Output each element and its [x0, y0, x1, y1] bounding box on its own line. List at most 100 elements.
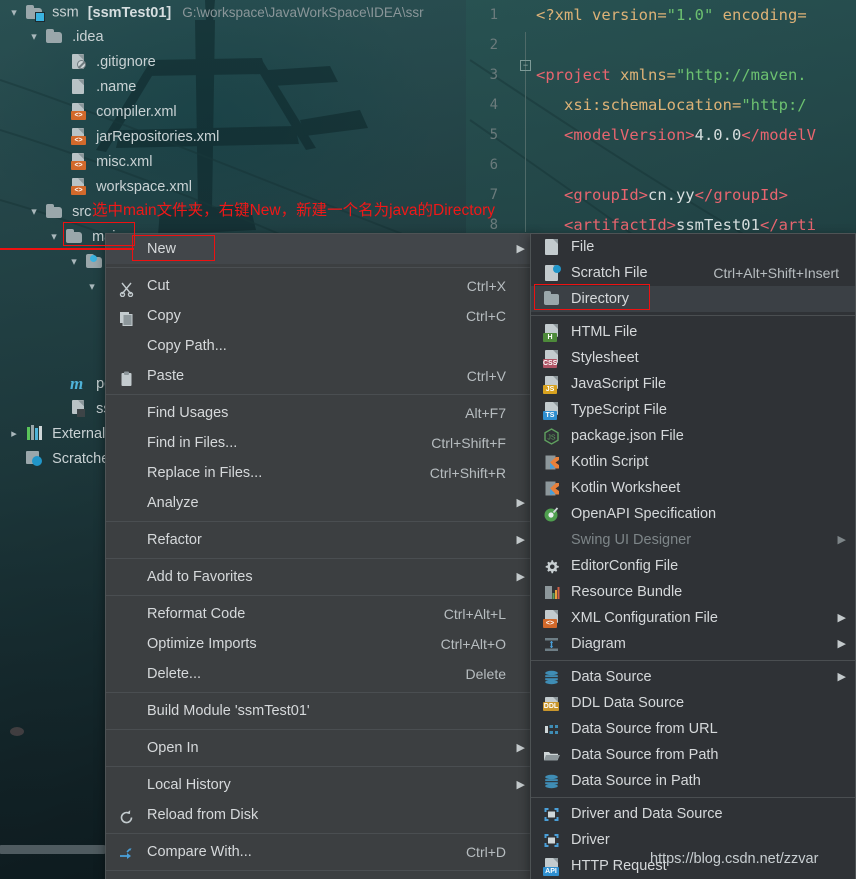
menu-item-cut[interactable]: Cut Ctrl+X: [106, 271, 534, 301]
submenu-item-data-source-from-path[interactable]: Data Source from Path: [531, 742, 855, 768]
chevron-down-icon[interactable]: ▾: [46, 225, 62, 250]
gear-icon: [543, 558, 560, 575]
submenu-item-diagram[interactable]: Diagram ▶: [531, 631, 855, 657]
submenu-item-editorconfig-file[interactable]: EditorConfig File: [531, 553, 855, 579]
code-token: </modelV: [741, 126, 816, 144]
tree-row-project-root[interactable]: ▾ ssm [ssmTest01] G:\workspace\JavaWorkS…: [0, 0, 466, 25]
xml-file-icon: <>: [70, 128, 87, 146]
watermark-url: https://blog.csdn.net/zzvar: [650, 851, 819, 867]
menu-item-new[interactable]: New ▶: [106, 234, 534, 264]
code-line-5: <modelVersion>4.0.0</modelV: [536, 120, 856, 150]
menu-item-paste[interactable]: Paste Ctrl+V: [106, 361, 534, 391]
code-fold-toggle-icon[interactable]: −: [520, 60, 531, 71]
menu-item-find-in-files[interactable]: Find in Files... Ctrl+Shift+F: [106, 428, 534, 458]
submenu-item-data-source-from-url[interactable]: Data Source from URL: [531, 716, 855, 742]
menu-item-label: Data Source in Path: [571, 773, 701, 789]
submenu-item-stylesheet[interactable]: CSS Stylesheet: [531, 345, 855, 371]
submenu-item-driver-and-data-source[interactable]: Driver and Data Source: [531, 801, 855, 827]
submenu-item-openapi-specification[interactable]: OpenAPI Specification: [531, 501, 855, 527]
menu-item-analyze[interactable]: Analyze ▶: [106, 488, 534, 518]
submenu-item-typescript-file[interactable]: TS TypeScript File: [531, 397, 855, 423]
menu-item-open-in[interactable]: Open In ▶: [106, 733, 534, 763]
file-type-chip: <>: [543, 619, 557, 628]
tree-item-label: jarRepositories.xml: [96, 129, 220, 145]
tree-row-gitignore[interactable]: .gitignore: [0, 50, 466, 75]
submenu-item-file[interactable]: File: [531, 234, 855, 260]
tree-row-jarrepositories-xml[interactable]: <> jarRepositories.xml: [0, 125, 466, 150]
folder-icon: [46, 203, 63, 220]
submenu-item-package-json[interactable]: JS package.json File: [531, 423, 855, 449]
database-icon: [543, 773, 560, 790]
menu-item-label: Kotlin Script: [571, 454, 649, 470]
menu-item-build-module[interactable]: Build Module 'ssmTest01': [106, 696, 534, 726]
scratch-file-icon: [543, 265, 561, 282]
menu-item-mark-directory-as[interactable]: Mark Directory as ▶: [106, 874, 534, 879]
menu-item-label: Paste: [147, 368, 185, 384]
annotation-connector-line: [0, 248, 134, 250]
menu-item-reformat-code[interactable]: Reformat Code Ctrl+Alt+L: [106, 599, 534, 629]
menu-item-copy[interactable]: Copy Ctrl+C: [106, 301, 534, 331]
chevron-down-icon[interactable]: ▾: [66, 250, 82, 275]
submenu-item-data-source[interactable]: Data Source ▶: [531, 664, 855, 690]
chevron-right-icon: ▶: [837, 671, 846, 683]
menu-item-refactor[interactable]: Refactor ▶: [106, 525, 534, 555]
open-folder-icon: [543, 747, 560, 764]
new-submenu[interactable]: File Scratch File Ctrl+Alt+Shift+Insert …: [530, 233, 856, 879]
code-line-3: <project xmlns="http://maven.: [536, 60, 856, 90]
submenu-item-xml-configuration-file[interactable]: <> XML Configuration File ▶: [531, 605, 855, 631]
xml-file-icon: <>: [70, 178, 87, 196]
chevron-down-icon[interactable]: ▾: [84, 275, 100, 300]
file-type-chip: API: [543, 867, 559, 876]
submenu-item-scratch-file[interactable]: Scratch File Ctrl+Alt+Shift+Insert: [531, 260, 855, 286]
code-content: <?xml version="1.0" encoding= <project x…: [536, 0, 856, 270]
menu-item-delete[interactable]: Delete... Delete: [106, 659, 534, 689]
menu-item-compare-with[interactable]: Compare With... Ctrl+D: [106, 837, 534, 867]
chevron-down-icon[interactable]: ▾: [26, 200, 42, 225]
submenu-item-ddl-data-source[interactable]: DDL DDL Data Source: [531, 690, 855, 716]
scratches-icon: [26, 450, 43, 467]
menu-item-add-to-favorites[interactable]: Add to Favorites ▶: [106, 562, 534, 592]
text-file-icon: [70, 78, 87, 95]
context-menu[interactable]: New ▶ Cut Ctrl+X Copy Ctrl+C Copy Path..…: [105, 233, 535, 879]
tree-row-workspace-xml[interactable]: <> workspace.xml: [0, 175, 466, 200]
database-icon: [543, 669, 560, 686]
submenu-item-resource-bundle[interactable]: Resource Bundle: [531, 579, 855, 605]
menu-item-replace-in-files[interactable]: Replace in Files... Ctrl+Shift+R: [106, 458, 534, 488]
tree-row-idea[interactable]: ▾ .idea: [0, 25, 466, 50]
line-number: 6: [489, 157, 498, 173]
menu-item-find-usages[interactable]: Find Usages Alt+F7: [106, 398, 534, 428]
submenu-item-javascript-file[interactable]: JS JavaScript File: [531, 371, 855, 397]
chevron-down-icon[interactable]: ▾: [26, 25, 42, 50]
chevron-down-icon[interactable]: ▾: [6, 1, 22, 26]
menu-item-reload-from-disk[interactable]: Reload from Disk: [106, 800, 534, 830]
menu-item-label: Find in Files...: [147, 435, 238, 451]
submenu-item-html-file[interactable]: H HTML File: [531, 319, 855, 345]
file-type-chip: JS: [543, 385, 557, 394]
menu-item-label: Copy Path...: [147, 338, 227, 354]
xml-file-icon: <>: [70, 103, 87, 121]
tree-row-misc-xml[interactable]: <> misc.xml: [0, 150, 466, 175]
menu-item-label: Data Source from Path: [571, 747, 719, 763]
menu-item-local-history[interactable]: Local History ▶: [106, 770, 534, 800]
code-token: "1.0": [666, 6, 714, 24]
menu-item-copy-path[interactable]: Copy Path...: [106, 331, 534, 361]
menu-item-label: Refactor: [147, 532, 202, 548]
tree-row-name-file[interactable]: .name: [0, 75, 466, 100]
menu-item-label: Open In: [147, 740, 199, 756]
submenu-item-driver[interactable]: Driver: [531, 827, 855, 853]
submenu-item-kotlin-worksheet[interactable]: Kotlin Worksheet: [531, 475, 855, 501]
submenu-item-data-source-in-path[interactable]: Data Source in Path: [531, 768, 855, 794]
menu-item-shortcut: Delete: [465, 666, 506, 682]
resource-bundle-icon: [543, 584, 560, 601]
menu-item-optimize-imports[interactable]: Optimize Imports Ctrl+Alt+O: [106, 629, 534, 659]
ts-file-icon: TS: [543, 402, 560, 420]
chevron-right-icon[interactable]: ▸: [6, 422, 22, 447]
submenu-item-swing-ui-designer[interactable]: Swing UI Designer ▶: [531, 527, 855, 553]
tree-row-compiler-xml[interactable]: <> compiler.xml: [0, 100, 466, 125]
project-panel-scrollbar-thumb[interactable]: [0, 845, 105, 854]
submenu-item-kotlin-script[interactable]: Kotlin Script: [531, 449, 855, 475]
compare-icon: [118, 844, 135, 861]
submenu-item-directory[interactable]: Directory: [531, 286, 855, 312]
menu-item-label: EditorConfig File: [571, 558, 679, 574]
